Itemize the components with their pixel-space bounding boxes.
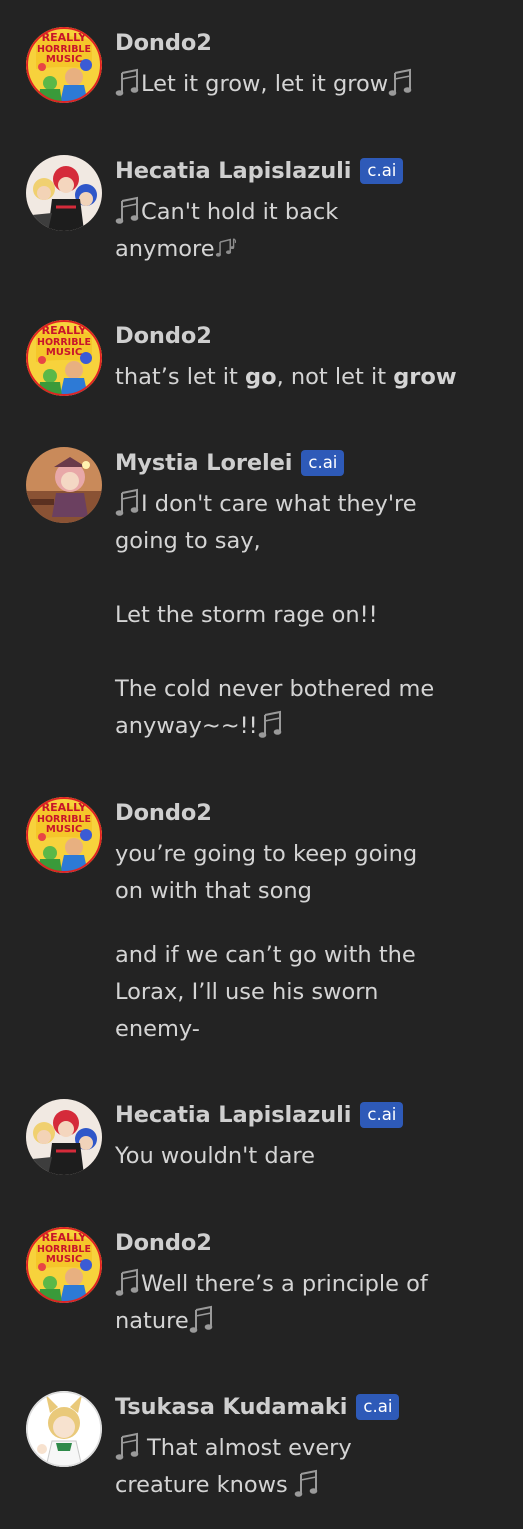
avatar[interactable] [26, 155, 102, 231]
author-name[interactable]: Dondo2 [115, 800, 212, 826]
message-text: I don't care what they're going to say, … [115, 486, 495, 745]
bold-text: grow [393, 364, 457, 390]
music-note-icon [115, 488, 141, 518]
cai-badge: c.ai [360, 158, 404, 184]
message-line: you’re going to keep going [115, 841, 418, 867]
hecatia-avatar-icon [26, 1099, 102, 1175]
message-line: nature [115, 1308, 189, 1334]
message-text: Can't hold it back anymore [115, 194, 495, 268]
message-line: Let the storm rage on!! [115, 602, 378, 628]
reallyhorriblemusic-avatar-icon [26, 27, 102, 103]
message-text: you’re going to keep going on with that … [115, 836, 495, 1048]
message-header: Tsukasa Kudamaki c.ai [115, 1393, 400, 1421]
message-line: going to say, [115, 528, 261, 554]
author-name[interactable]: Hecatia Lapislazuli [115, 158, 351, 184]
bold-text: go [245, 364, 277, 390]
author-name[interactable]: Dondo2 [115, 323, 212, 349]
avatar[interactable] [26, 447, 102, 523]
avatar[interactable] [26, 797, 102, 873]
message-text: Let it grow, let it grow [115, 66, 495, 103]
music-note-icon [115, 1432, 141, 1462]
message-line: The cold never bothered me [115, 676, 435, 702]
reallyhorriblemusic-avatar-icon [26, 797, 102, 873]
message-header: Dondo2 [115, 1229, 212, 1257]
message-line: anyway~~!! [115, 713, 258, 739]
author-name[interactable]: Tsukasa Kudamaki [115, 1394, 347, 1420]
tsukasa-avatar-icon [26, 1391, 102, 1467]
message-line: enemy- [115, 1016, 200, 1042]
music-note-icon [388, 68, 414, 98]
mystia-avatar-icon [26, 447, 102, 523]
message-line: anymore [115, 236, 215, 262]
author-name[interactable]: Dondo2 [115, 1230, 212, 1256]
avatar[interactable] [26, 1099, 102, 1175]
text-run: that’s let it [115, 364, 246, 390]
message-header: Dondo2 [115, 322, 212, 350]
message-line: Well there’s a principle of [141, 1271, 428, 1297]
message-text: that’s let it go, not let it grow [115, 359, 495, 396]
music-note-icon [115, 68, 141, 98]
music-note-icon [294, 1469, 320, 1499]
message-line: creature knows [115, 1472, 288, 1498]
message-text: Well there’s a principle of nature [115, 1266, 495, 1340]
music-note-icon [189, 1305, 215, 1335]
message-header: Hecatia Lapislazuli c.ai [115, 157, 404, 185]
message-header: Dondo2 [115, 799, 212, 827]
message-header: Dondo2 [115, 29, 212, 57]
music-note-icon [115, 196, 141, 226]
message-header: Mystia Lorelei c.ai [115, 449, 345, 477]
cai-badge: c.ai [356, 1394, 400, 1420]
message-text: You wouldn't dare [115, 1138, 495, 1175]
author-name[interactable]: Mystia Lorelei [115, 450, 292, 476]
message-line: and if we can’t go with the [115, 942, 416, 968]
author-name[interactable]: Hecatia Lapislazuli [115, 1102, 351, 1128]
avatar[interactable] [26, 27, 102, 103]
music-note-icon [115, 1268, 141, 1298]
message-line: on with that song [115, 878, 312, 904]
message-line: You wouldn't dare [115, 1143, 315, 1169]
music-notes-icon [215, 235, 237, 261]
avatar[interactable] [26, 320, 102, 396]
reallyhorriblemusic-avatar-icon [26, 1227, 102, 1303]
cai-badge: c.ai [360, 1102, 404, 1128]
avatar[interactable] [26, 1227, 102, 1303]
message-text: That almost every creature knows [115, 1430, 495, 1504]
message-line: I don't care what they're [141, 491, 417, 517]
message-header: Hecatia Lapislazuli c.ai [115, 1101, 404, 1129]
avatar[interactable] [26, 1391, 102, 1467]
message-line: Can't hold it back [141, 199, 339, 225]
message-line: That almost every [147, 1435, 352, 1461]
cai-badge: c.ai [301, 450, 345, 476]
message-line: Let it grow, let it grow [141, 71, 389, 97]
hecatia-avatar-icon [26, 155, 102, 231]
message-line: Lorax, I’ll use his sworn [115, 979, 379, 1005]
music-note-icon [258, 710, 284, 740]
reallyhorriblemusic-avatar-icon [26, 320, 102, 396]
text-run: , not let it [276, 364, 394, 390]
author-name[interactable]: Dondo2 [115, 30, 212, 56]
